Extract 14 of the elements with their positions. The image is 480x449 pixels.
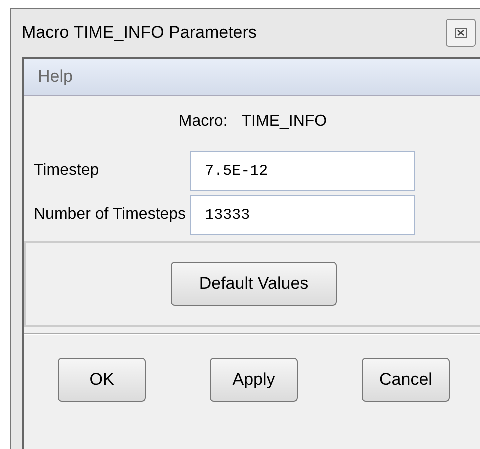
ok-button[interactable]: OK xyxy=(58,358,146,402)
macro-name: TIME_INFO xyxy=(242,113,328,131)
cancel-button[interactable]: Cancel xyxy=(362,358,450,402)
input-field[interactable]: 13333 xyxy=(190,195,416,235)
field-label: Number of Timesteps xyxy=(34,206,186,224)
window-title: Macro TIME_INFO Parameters xyxy=(22,23,257,43)
macro-label: Macro: xyxy=(178,113,228,131)
default-values-button[interactable]: Default Values xyxy=(171,262,337,306)
field-label: Timestep xyxy=(34,162,100,180)
close-button[interactable] xyxy=(446,19,476,47)
menu-item[interactable]: Help xyxy=(38,67,73,87)
input-field[interactable]: 7.5E-12 xyxy=(190,151,416,191)
close-icon xyxy=(455,28,467,38)
apply-button[interactable]: Apply xyxy=(210,358,298,402)
